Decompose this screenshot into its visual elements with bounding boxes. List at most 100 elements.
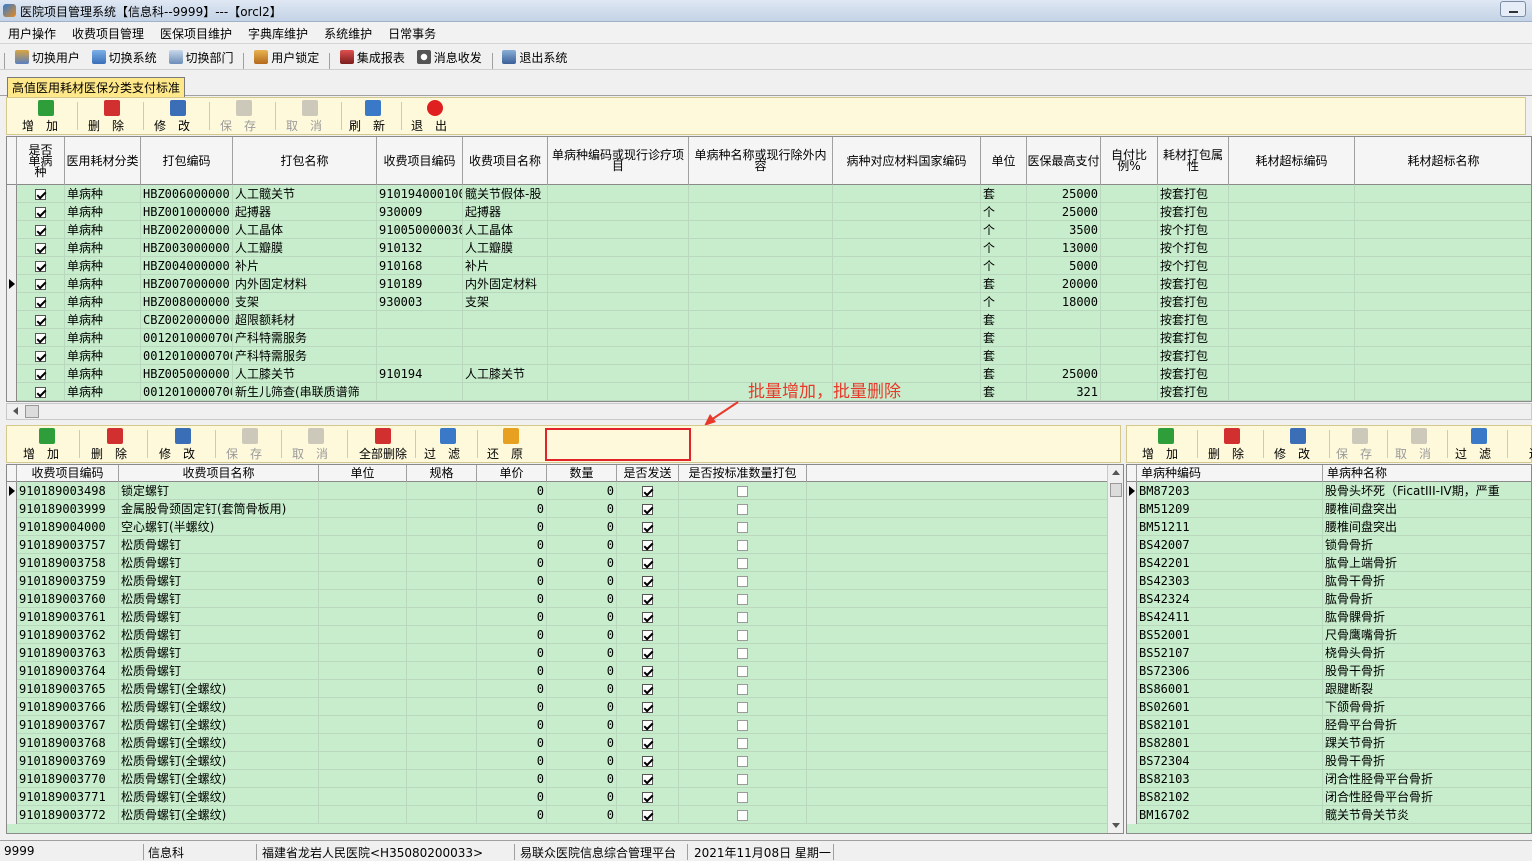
fee-row[interactable]: 910189003759 松质骨螺钉 0 0 xyxy=(7,572,1107,590)
pack-checkbox[interactable] xyxy=(679,608,807,626)
checkbox-checked-icon[interactable] xyxy=(35,279,46,290)
disease-row[interactable]: BS02601 下颌骨骨折 xyxy=(1127,698,1531,716)
single-disease-checkbox[interactable] xyxy=(17,275,65,293)
top-col-4[interactable]: 收费项目编码 xyxy=(377,137,463,185)
pack-checkbox[interactable] xyxy=(679,536,807,554)
top_buttons-btn-3[interactable]: 保存 xyxy=(211,100,277,133)
fee-row[interactable]: 910189003758 松质骨螺钉 0 0 xyxy=(7,554,1107,572)
top-row[interactable]: 单病种 HBZ002000000 人工晶体 910050000030 人工晶体个 3500… xyxy=(7,221,1531,239)
pack-checkbox[interactable] xyxy=(679,662,807,680)
scroll-left-icon[interactable] xyxy=(13,407,18,415)
right_buttons-btn-0[interactable]: 增加 xyxy=(1133,428,1199,461)
pack-checkbox[interactable] xyxy=(679,752,807,770)
send-checkbox[interactable] xyxy=(617,788,679,806)
top_buttons-btn-5[interactable]: 刷新 xyxy=(343,100,403,133)
top-col-2[interactable]: 打包编码 xyxy=(141,137,233,185)
fee-col-4[interactable]: 单价 xyxy=(477,465,547,482)
disease-row[interactable]: BS42324 肱骨骨折 xyxy=(1127,590,1531,608)
fee-items-vscrollbar[interactable] xyxy=(1107,465,1123,833)
right_buttons-btn-2[interactable]: 修改 xyxy=(1265,428,1331,461)
pack-checkbox[interactable] xyxy=(679,698,807,716)
checkbox-checked-icon[interactable] xyxy=(642,792,653,803)
checkbox-checked-icon[interactable] xyxy=(35,351,46,362)
send-checkbox[interactable] xyxy=(617,590,679,608)
message-button[interactable]: 消息收发 xyxy=(413,46,486,68)
checkbox-unchecked-icon[interactable] xyxy=(737,630,748,641)
checkbox-checked-icon[interactable] xyxy=(642,594,653,605)
checkbox-checked-icon[interactable] xyxy=(35,225,46,236)
checkbox-checked-icon[interactable] xyxy=(642,522,653,533)
mid_buttons-btn-6[interactable]: 过滤 xyxy=(417,428,479,461)
disease-row[interactable]: BS72304 股骨干骨折 xyxy=(1127,752,1531,770)
fee-row[interactable]: 910189003772 松质骨螺钉(全螺纹) 0 0 xyxy=(7,806,1107,824)
checkbox-unchecked-icon[interactable] xyxy=(737,666,748,677)
menu-fee[interactable]: 收费项目管理 xyxy=(64,22,152,45)
checkbox-unchecked-icon[interactable] xyxy=(737,738,748,749)
checkbox-unchecked-icon[interactable] xyxy=(737,576,748,587)
switch-dept-button[interactable]: 切换部门 xyxy=(165,46,238,68)
send-checkbox[interactable] xyxy=(617,482,679,500)
disease-row[interactable]: BS52001 尺骨鹰嘴骨折 xyxy=(1127,626,1531,644)
fee-row[interactable]: 910189003760 松质骨螺钉 0 0 xyxy=(7,590,1107,608)
fee-row[interactable]: 910189003771 松质骨螺钉(全螺纹) 0 0 xyxy=(7,788,1107,806)
single-disease-checkbox[interactable] xyxy=(17,329,65,347)
send-checkbox[interactable] xyxy=(617,752,679,770)
pack-checkbox[interactable] xyxy=(679,716,807,734)
fee-col-1[interactable]: 收费项目名称 xyxy=(119,465,319,482)
disease-row[interactable]: BS86001 跟腱断裂 xyxy=(1127,680,1531,698)
fee-col-2[interactable]: 单位 xyxy=(319,465,407,482)
mid_buttons-btn-5[interactable]: 全部删除 xyxy=(349,428,417,461)
disease-row[interactable]: BS42007 锁骨骨折 xyxy=(1127,536,1531,554)
top-row[interactable]: 单病种 HBZ003000000 人工瓣膜 910132 人工瓣膜个 13000 按个打包 xyxy=(7,239,1531,257)
checkbox-checked-icon[interactable] xyxy=(642,720,653,731)
send-checkbox[interactable] xyxy=(617,518,679,536)
disease-row[interactable]: BS82101 胫骨平台骨折 xyxy=(1127,716,1531,734)
fee-col-0[interactable]: 收费项目编码 xyxy=(17,465,119,482)
switch-system-button[interactable]: 切换系统 xyxy=(88,46,161,68)
disease-row[interactable]: BM87203 股骨头坏死（FicatIII-IV期，严重 xyxy=(1127,482,1531,500)
disease-row[interactable]: BM51209 腰椎间盘突出 xyxy=(1127,500,1531,518)
fee-col-5[interactable]: 数量 xyxy=(547,465,617,482)
fee-row[interactable]: 910189003766 松质骨螺钉(全螺纹) 0 0 xyxy=(7,698,1107,716)
pack-checkbox[interactable] xyxy=(679,518,807,536)
checkbox-unchecked-icon[interactable] xyxy=(737,486,748,497)
scroll-down-icon[interactable] xyxy=(1112,823,1120,828)
right_buttons-btn-1[interactable]: 删除 xyxy=(1199,428,1265,461)
pack-checkbox[interactable] xyxy=(679,482,807,500)
top_buttons-btn-6[interactable]: 退出 xyxy=(403,100,467,133)
disease-row[interactable]: BS82102 闭合性胫骨平台骨折 xyxy=(1127,788,1531,806)
top-col-7[interactable]: 单病种名称或现行除外内容 xyxy=(689,137,833,185)
checkbox-unchecked-icon[interactable] xyxy=(737,648,748,659)
disease-col-1[interactable]: 单病种名称 xyxy=(1323,465,1531,482)
top-col-5[interactable]: 收费项目名称 xyxy=(463,137,548,185)
top-col-12[interactable]: 耗材打包属性 xyxy=(1158,137,1229,185)
send-checkbox[interactable] xyxy=(617,680,679,698)
single-disease-checkbox[interactable] xyxy=(17,239,65,257)
single-disease-checkbox[interactable] xyxy=(17,365,65,383)
top-row[interactable]: 单病种 HBZ008000000 支架 930003 支架个 18000 按套打包 xyxy=(7,293,1531,311)
disease-row[interactable]: BS42303 肱骨干骨折 xyxy=(1127,572,1531,590)
checkbox-unchecked-icon[interactable] xyxy=(737,774,748,785)
pack-checkbox[interactable] xyxy=(679,500,807,518)
checkbox-checked-icon[interactable] xyxy=(642,774,653,785)
disease-row[interactable]: BS42411 肱骨髁骨折 xyxy=(1127,608,1531,626)
checkbox-checked-icon[interactable] xyxy=(642,756,653,767)
checkbox-checked-icon[interactable] xyxy=(642,666,653,677)
menu-system[interactable]: 系统维护 xyxy=(316,22,380,45)
checkbox-unchecked-icon[interactable] xyxy=(737,612,748,623)
mid_buttons-btn-0[interactable]: 增加 xyxy=(13,428,81,461)
send-checkbox[interactable] xyxy=(617,734,679,752)
pack-checkbox[interactable] xyxy=(679,734,807,752)
fee-row[interactable]: 910189003757 松质骨螺钉 0 0 xyxy=(7,536,1107,554)
checkbox-checked-icon[interactable] xyxy=(642,648,653,659)
menu-user[interactable]: 用户操作 xyxy=(0,22,64,45)
scroll-thumb[interactable] xyxy=(1110,483,1122,497)
single-disease-checkbox[interactable] xyxy=(17,221,65,239)
right_buttons-btn-3[interactable]: 保存 xyxy=(1331,428,1389,461)
disease-row[interactable]: BS72306 股骨干骨折 xyxy=(1127,662,1531,680)
checkbox-checked-icon[interactable] xyxy=(642,612,653,623)
checkbox-checked-icon[interactable] xyxy=(35,297,46,308)
fee-row[interactable]: 910189003765 松质骨螺钉(全螺纹) 0 0 xyxy=(7,680,1107,698)
checkbox-unchecked-icon[interactable] xyxy=(737,756,748,767)
checkbox-checked-icon[interactable] xyxy=(35,189,46,200)
